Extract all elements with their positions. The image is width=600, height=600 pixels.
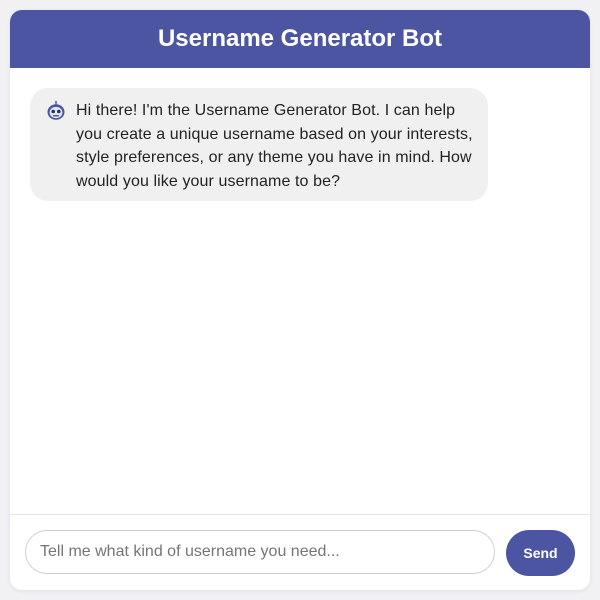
chat-header: Username Generator Bot xyxy=(10,10,590,68)
bot-message-text: Hi there! I'm the Username Generator Bot… xyxy=(76,102,473,190)
chat-title: Username Generator Bot xyxy=(157,25,443,52)
chat-window: Username Generator Bot Hi there! I'm the… xyxy=(10,10,590,590)
message-input[interactable] xyxy=(25,530,495,574)
composer: Send xyxy=(10,514,590,590)
message-list[interactable]: Hi there! I'm the Username Generator Bot… xyxy=(10,68,590,514)
send-button[interactable]: Send xyxy=(506,530,575,576)
robot-icon xyxy=(46,101,66,121)
bot-message: Hi there! I'm the Username Generator Bot… xyxy=(30,88,488,201)
